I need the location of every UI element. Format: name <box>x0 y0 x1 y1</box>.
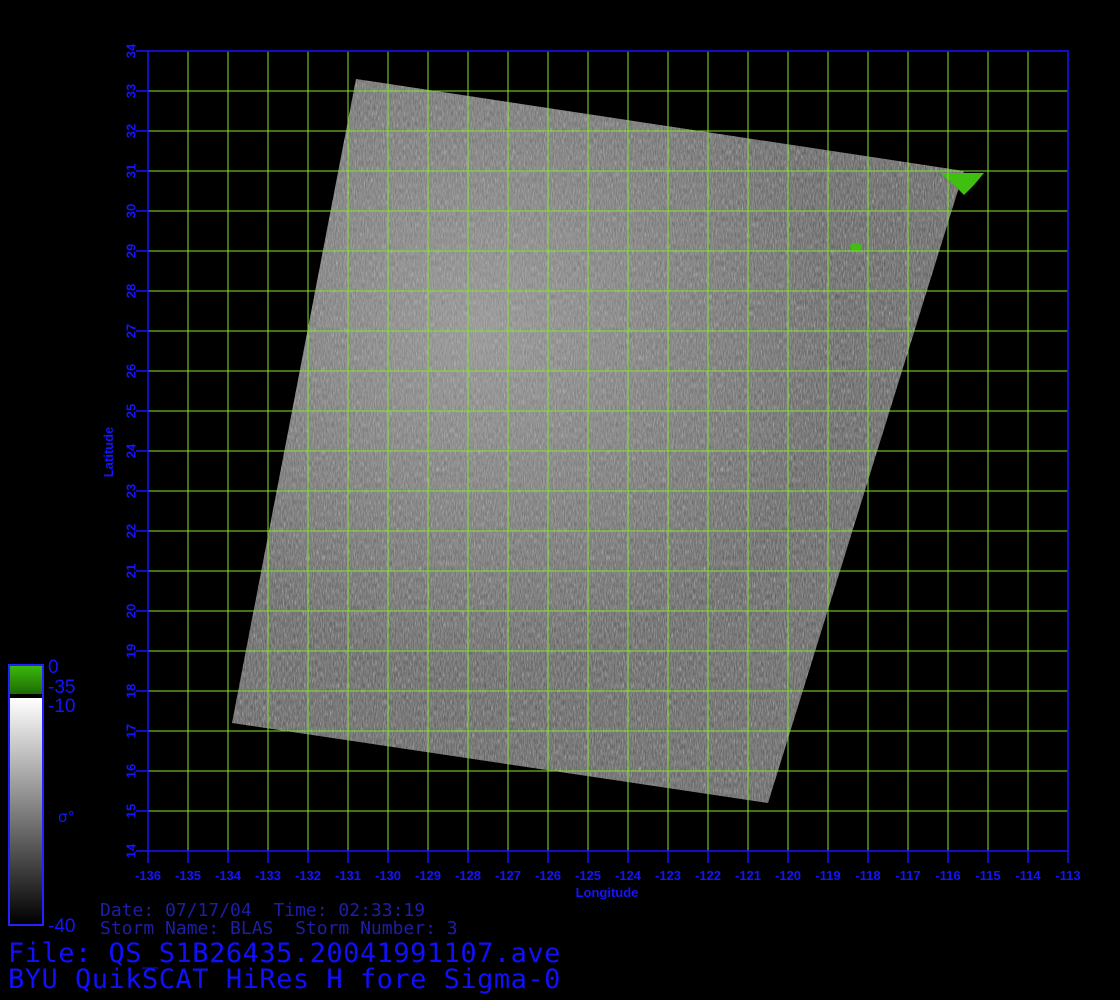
x-tick-label: -123 <box>655 868 681 883</box>
swath-bright-patch <box>232 79 964 803</box>
y-tick-label: 14 <box>124 843 139 858</box>
y-tick-label: 33 <box>124 84 139 98</box>
storm-line: Storm Name: BLAS Storm Number: 3 <box>100 918 458 939</box>
x-tick-label: -136 <box>135 868 161 883</box>
y-tick-label: 25 <box>124 404 139 418</box>
x-tick-label: -128 <box>455 868 481 883</box>
y-axis-label: Latitude <box>101 427 116 478</box>
sigma0-swath-image <box>232 79 964 803</box>
x-tick-label: -134 <box>215 868 242 883</box>
x-tick-label: -126 <box>535 868 561 883</box>
x-tick-label: -135 <box>175 868 201 883</box>
x-tick-label: -113 <box>1055 868 1080 883</box>
y-tick-label: 31 <box>124 164 139 178</box>
longitude-ticks: -136 -135 -134 -133 -132 -131 -130 -129 -128 -127… <box>135 851 1081 883</box>
x-tick-label: -122 <box>695 868 721 883</box>
x-axis-label: Longitude <box>576 885 639 900</box>
y-tick-label: 24 <box>124 443 139 458</box>
y-tick-label: 28 <box>124 284 139 298</box>
y-tick-label: 29 <box>124 244 139 258</box>
map-plot: -136 -135 -134 -133 -132 -131 -130 -129 -128 -127… <box>8 43 1081 937</box>
x-tick-label: -120 <box>775 868 801 883</box>
y-tick-label: 26 <box>124 364 139 378</box>
x-tick-label: -117 <box>895 868 920 883</box>
colorbar-tick-1: -35 <box>48 677 75 698</box>
product-title-line: BYU QuikSCAT HiRes H fore Sigma-0 <box>8 964 561 995</box>
colorbar: 0 -35 -10 -40 σ° <box>8 657 75 937</box>
x-tick-label: -114 <box>1015 868 1041 883</box>
x-tick-label: -133 <box>255 868 281 883</box>
y-tick-label: 18 <box>124 684 139 698</box>
lat-lon-grid <box>147 50 1069 852</box>
x-tick-label: -118 <box>855 868 880 883</box>
colorbar-green-segment <box>10 666 42 694</box>
x-tick-label: -116 <box>935 868 960 883</box>
x-tick-label: -127 <box>495 868 521 883</box>
x-tick-label: -132 <box>295 868 321 883</box>
y-tick-label: 17 <box>124 724 139 738</box>
latitude-ticks: 14 15 16 17 18 19 20 21 22 23 24 25 26 27 28 29 30 31 32 33… <box>124 43 148 858</box>
x-tick-label: -129 <box>415 868 441 883</box>
y-tick-label: 23 <box>124 484 139 498</box>
x-tick-label: -121 <box>735 868 761 883</box>
y-tick-label: 20 <box>124 604 139 618</box>
colorbar-tick-3: -40 <box>48 916 75 937</box>
colorbar-label: σ° <box>58 808 75 826</box>
y-tick-label: 19 <box>124 644 139 658</box>
colorbar-gray-segment <box>10 698 42 924</box>
y-tick-label: 32 <box>124 124 139 138</box>
x-tick-label: -124 <box>615 868 642 883</box>
x-tick-label: -131 <box>335 868 361 883</box>
colorbar-tick-2: -10 <box>48 696 75 717</box>
colorbar-tick-0: 0 <box>48 657 59 678</box>
x-tick-label: -119 <box>815 868 840 883</box>
x-tick-label: -130 <box>375 868 401 883</box>
x-tick-label: -115 <box>975 868 1000 883</box>
y-tick-label: 34 <box>124 43 139 58</box>
y-tick-label: 15 <box>124 804 139 818</box>
island-land <box>850 243 862 251</box>
x-tick-label: -125 <box>575 868 601 883</box>
y-tick-label: 21 <box>124 564 139 578</box>
y-tick-label: 30 <box>124 204 139 218</box>
y-tick-label: 27 <box>124 324 139 338</box>
y-tick-label: 16 <box>124 764 139 778</box>
y-tick-label: 22 <box>124 524 139 538</box>
